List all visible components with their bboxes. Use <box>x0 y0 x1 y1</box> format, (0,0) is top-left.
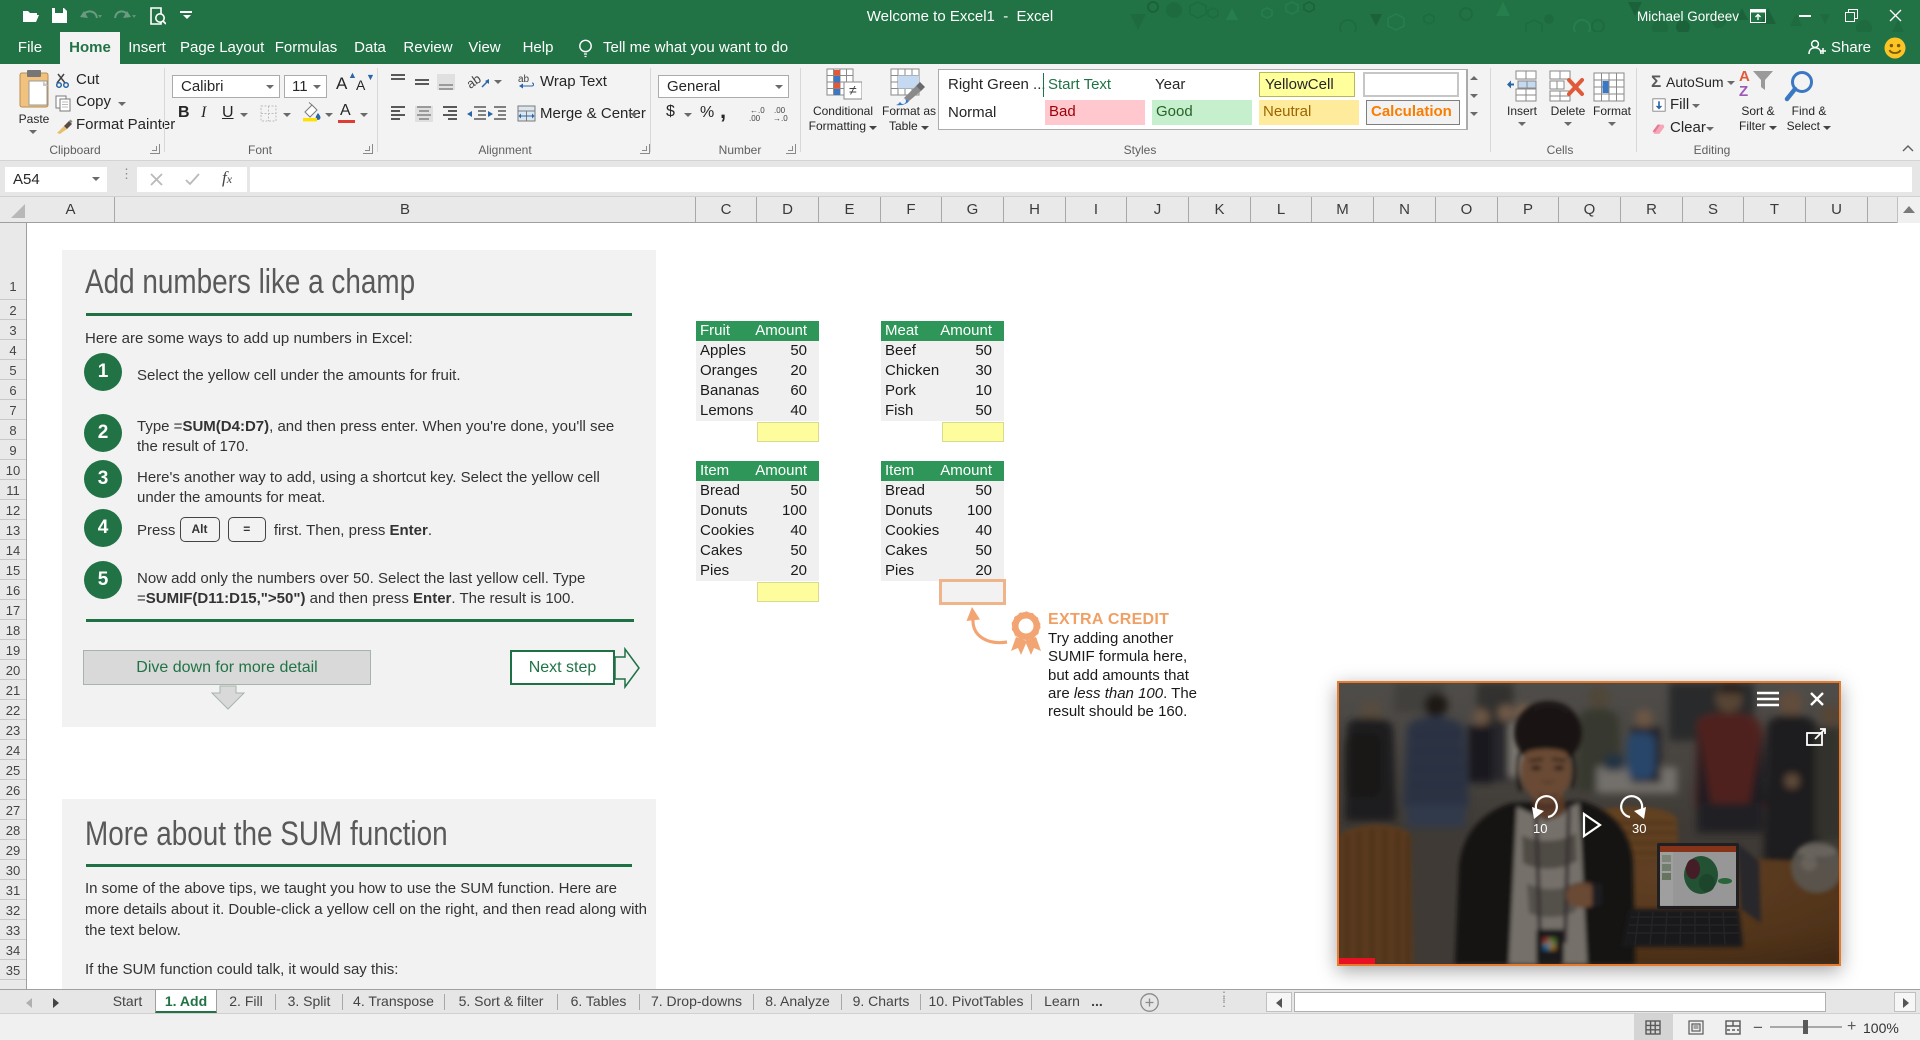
svg-text:≠: ≠ <box>849 82 857 98</box>
svg-text:→.0: →.0 <box>773 114 788 122</box>
svg-text:ab: ab <box>468 72 484 92</box>
svg-text:10: 10 <box>1533 821 1547 836</box>
svg-text:.00: .00 <box>749 114 761 122</box>
svg-text:30: 30 <box>1632 821 1646 836</box>
svg-text:ab: ab <box>518 74 530 85</box>
